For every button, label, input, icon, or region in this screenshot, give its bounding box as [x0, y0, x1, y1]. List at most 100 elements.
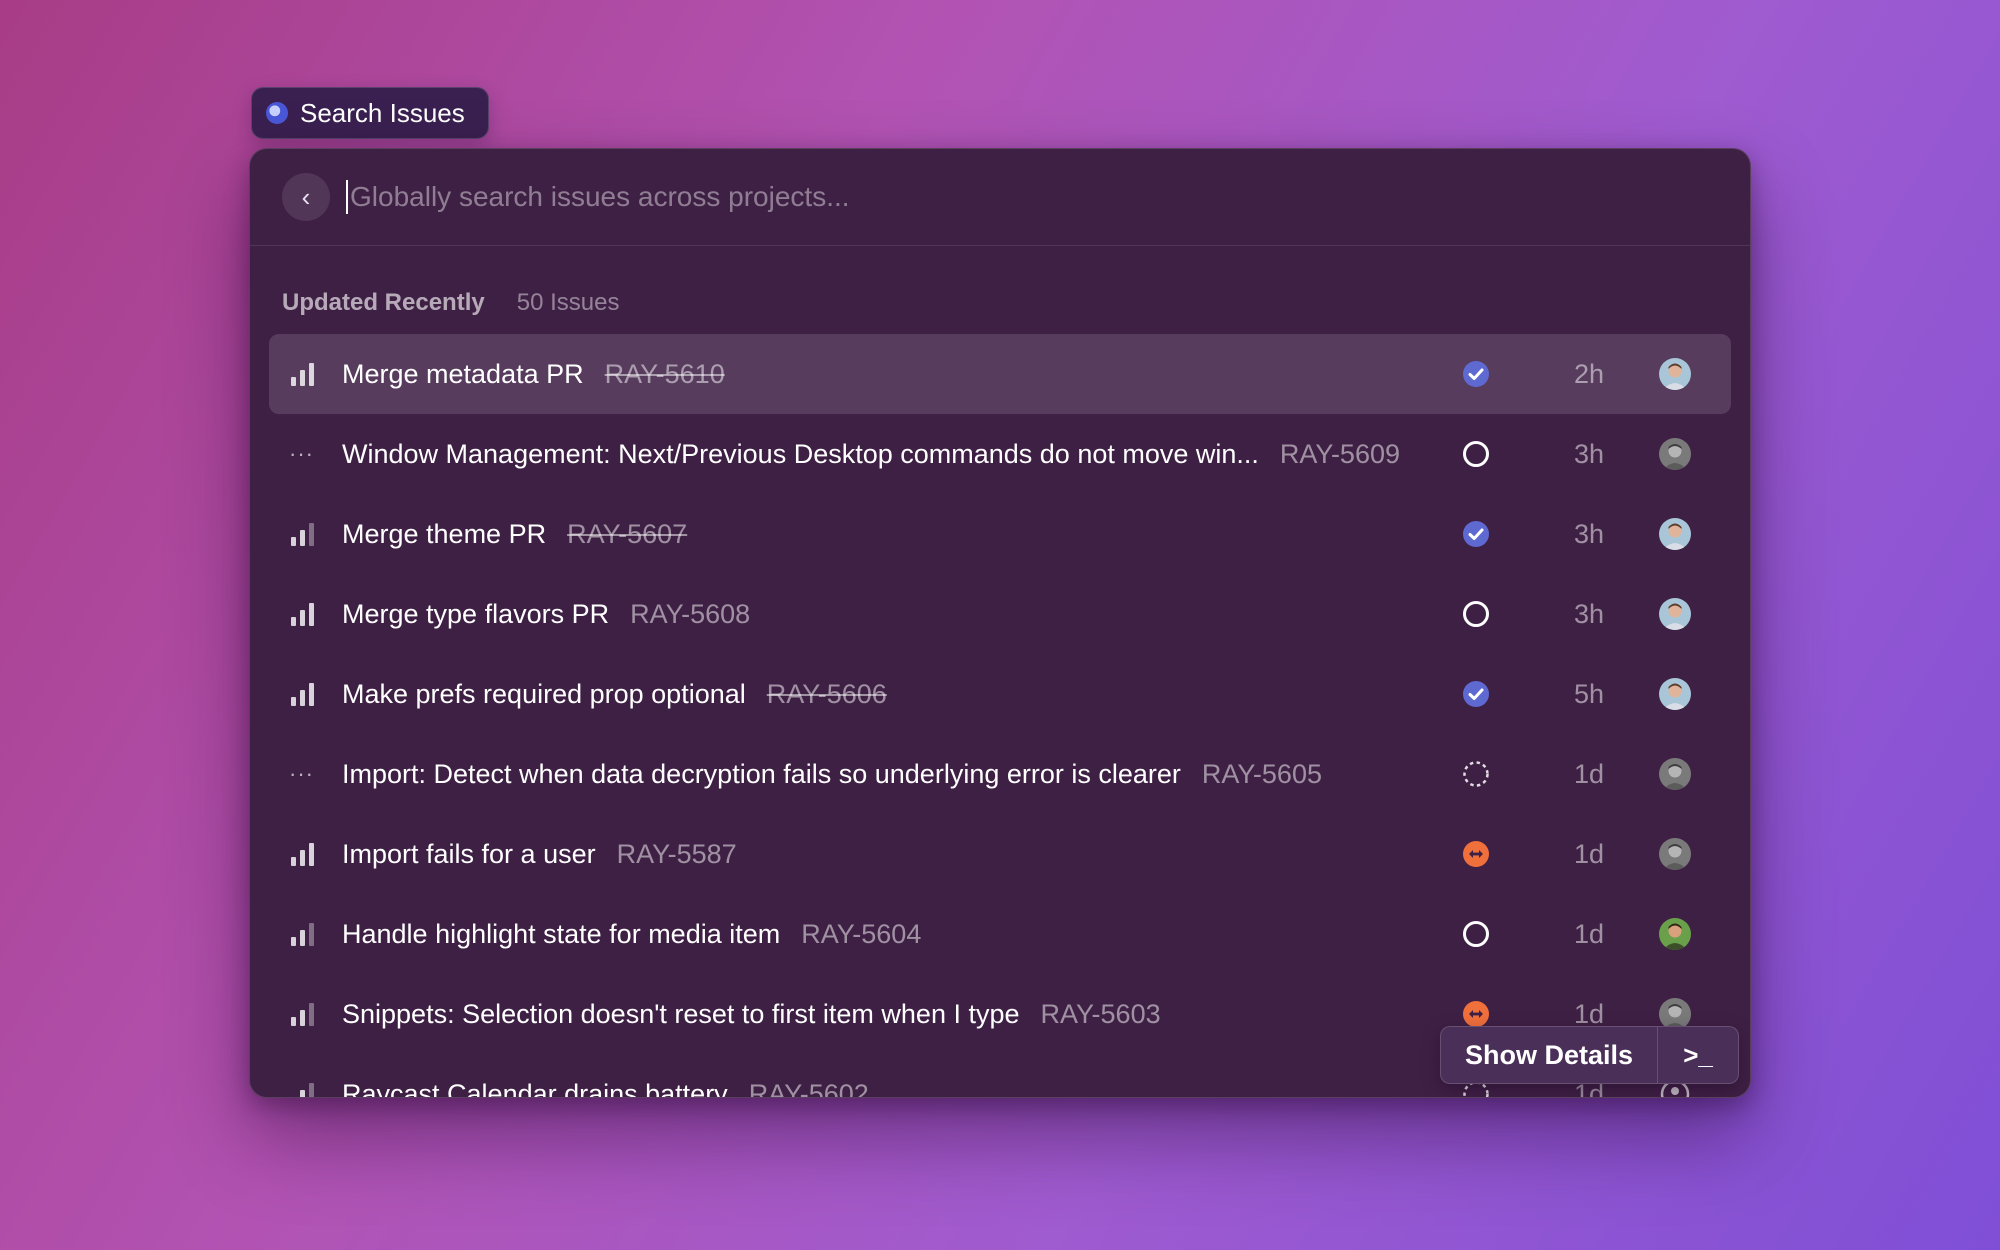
issue-title: Import fails for a user: [342, 838, 596, 869]
updated-age: 1d: [1573, 838, 1605, 869]
no-priority-icon: ···: [289, 441, 314, 466]
issue-row[interactable]: Merge theme PR RAY-5607 3h: [269, 494, 1731, 574]
issue-title: Make prefs required prop optional: [342, 678, 746, 709]
priority-bar: [300, 850, 305, 866]
action-panel-button[interactable]: >_: [1658, 1027, 1738, 1083]
assignee-avatar: [1659, 918, 1691, 950]
priority-bar: [300, 370, 305, 386]
assignee-avatar: [1659, 598, 1691, 630]
status-icon: [1461, 519, 1491, 549]
issue-row[interactable]: ··· Import: Detect when data decryption …: [269, 734, 1731, 814]
assignee-avatar: [1659, 678, 1691, 710]
priority-icon: [289, 682, 317, 706]
priority-bar: [300, 690, 305, 706]
command-tab: Search Issues: [251, 87, 489, 139]
issue-row[interactable]: Handle highlight state for media item RA…: [269, 894, 1731, 974]
priority-icon: [289, 362, 317, 386]
priority-bar: [300, 530, 305, 546]
priority-bar: [291, 617, 296, 626]
priority-bar: [291, 537, 296, 546]
issue-id: RAY-5587: [616, 838, 737, 869]
action-bar: Show Details >_: [1440, 1026, 1740, 1084]
issue-title: Raycast Calendar drains battery: [342, 1078, 728, 1098]
issue-id: RAY-5605: [1201, 758, 1322, 789]
updated-age: 1d: [1573, 998, 1605, 1029]
priority-bar: [291, 1097, 296, 1098]
updated-age: 1d: [1573, 918, 1605, 949]
issue-row[interactable]: Merge metadata PR RAY-5610 2h: [269, 334, 1731, 414]
issue-id: RAY-5607: [567, 518, 688, 549]
priority-bar: [291, 697, 296, 706]
assignee-avatar: [1659, 758, 1691, 790]
issue-title: Merge theme PR: [342, 518, 547, 549]
priority-icon: [289, 842, 317, 866]
priority-bar: [300, 930, 305, 946]
updated-age: 3h: [1573, 518, 1605, 549]
issue-row[interactable]: Make prefs required prop optional RAY-56…: [269, 654, 1731, 734]
priority-bar: [309, 843, 314, 866]
status-icon: [1461, 599, 1491, 629]
assignee-avatar: [1659, 358, 1691, 390]
updated-age: 5h: [1573, 678, 1605, 709]
assignee-avatar: [1659, 438, 1691, 470]
priority-bar: [291, 937, 296, 946]
updated-age: 3h: [1573, 438, 1605, 469]
section-header: Updated Recently 50 Issues: [282, 289, 619, 317]
status-icon: [1461, 359, 1491, 389]
updated-age: 3h: [1573, 598, 1605, 629]
status-icon: [1461, 919, 1491, 949]
status-icon: [1461, 439, 1491, 469]
section-title: Updated Recently: [282, 289, 485, 316]
issue-id: RAY-5610: [604, 358, 725, 389]
issue-id: RAY-5602: [748, 1078, 869, 1098]
search-bar: ‹: [250, 149, 1750, 246]
issue-title: Window Management: Next/Previous Desktop…: [342, 438, 1259, 469]
issue-id: RAY-5606: [766, 678, 887, 709]
priority-icon: [289, 1082, 317, 1098]
priority-bar: [291, 1017, 296, 1026]
priority-bar: [291, 857, 296, 866]
status-icon: [1461, 759, 1491, 789]
search-issues-window: ‹ Updated Recently 50 Issues Merge metad…: [249, 148, 1751, 1098]
search-input[interactable]: [346, 180, 1552, 214]
linear-logo-icon: [266, 102, 288, 124]
priority-bar: [300, 1090, 305, 1097]
issue-list: Merge metadata PR RAY-5610 2h ··· Window…: [269, 334, 1731, 1098]
priority-bar: [300, 610, 305, 626]
priority-bar: [291, 377, 296, 386]
back-button[interactable]: ‹: [282, 173, 330, 221]
issue-title: Snippets: Selection doesn't reset to fir…: [342, 998, 1020, 1029]
status-icon: [1461, 679, 1491, 709]
priority-icon: [289, 522, 317, 546]
show-details-button[interactable]: Show Details: [1441, 1027, 1657, 1083]
priority-bar: [309, 523, 314, 546]
issue-title: Import: Detect when data decryption fail…: [342, 758, 1181, 789]
priority-bar: [309, 603, 314, 626]
issue-id: RAY-5609: [1279, 438, 1400, 469]
terminal-icon: >_: [1683, 1039, 1713, 1070]
issue-id: RAY-5608: [630, 598, 751, 629]
priority-bar: [309, 363, 314, 386]
status-icon: [1461, 999, 1491, 1029]
assignee-avatar: [1659, 838, 1691, 870]
assignee-avatar: [1659, 518, 1691, 550]
command-title: Search Issues: [300, 97, 465, 128]
issue-row[interactable]: Merge type flavors PR RAY-5608 3h: [269, 574, 1731, 654]
priority-bar: [309, 923, 314, 946]
issue-row[interactable]: ··· Window Management: Next/Previous Des…: [269, 414, 1731, 494]
priority-bar: [309, 1083, 314, 1097]
priority-bar: [309, 1003, 314, 1026]
issue-title: Handle highlight state for media item: [342, 918, 781, 949]
updated-age: 2h: [1573, 358, 1605, 389]
issue-id: RAY-5604: [801, 918, 922, 949]
chevron-left-icon: ‹: [301, 181, 311, 212]
issue-row[interactable]: Import fails for a user RAY-5587 1d: [269, 814, 1731, 894]
priority-icon: [289, 922, 317, 946]
priority-icon: [289, 1002, 317, 1026]
status-icon: [1461, 839, 1491, 869]
section-count: 50 Issues: [516, 289, 620, 316]
priority-bar: [300, 1010, 305, 1026]
priority-icon: [289, 602, 317, 626]
issue-id: RAY-5603: [1040, 998, 1161, 1029]
updated-age: 1d: [1573, 758, 1605, 789]
